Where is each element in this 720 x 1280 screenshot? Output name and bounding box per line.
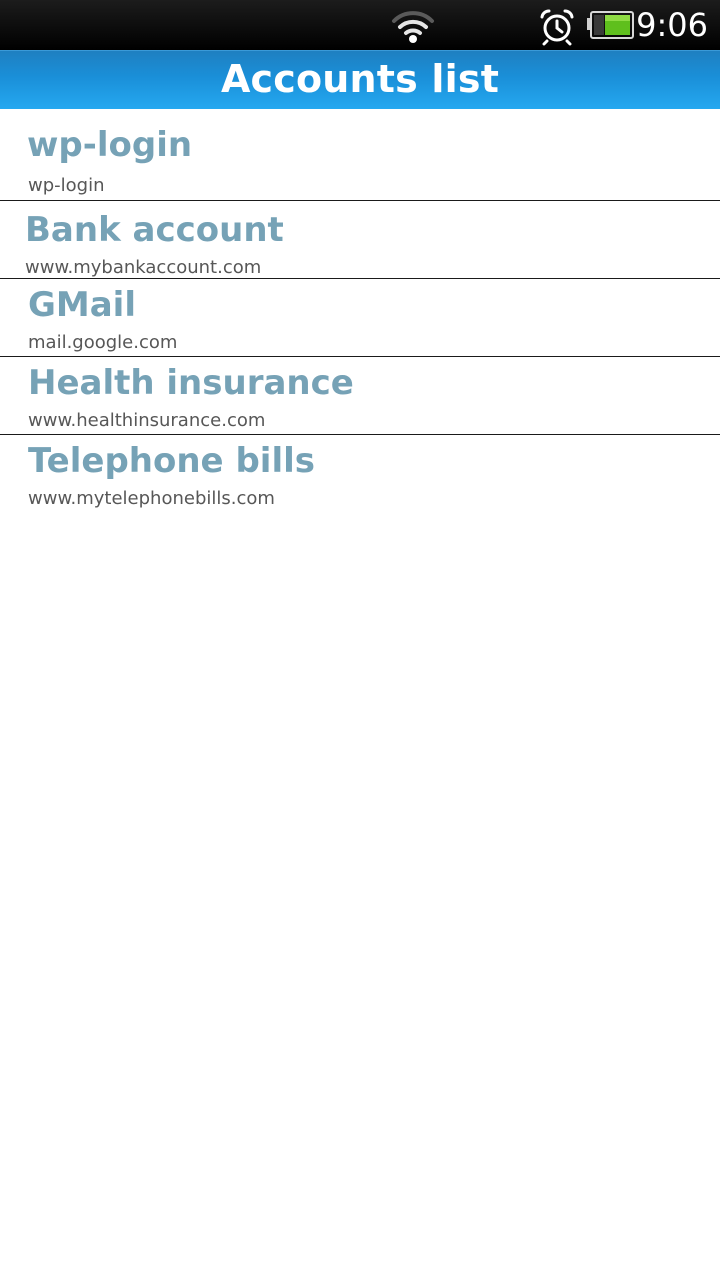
status-bar: 9:06 (0, 0, 720, 50)
account-name: Telephone bills (28, 441, 315, 481)
wifi-icon (392, 11, 434, 43)
account-url: www.mybankaccount.com (25, 257, 262, 278)
account-url: wp-login (28, 175, 105, 196)
account-name: wp-login (27, 125, 193, 165)
account-url: www.healthinsurance.com (28, 410, 266, 431)
account-name: Health insurance (28, 363, 354, 403)
account-item-gmail[interactable]: GMail mail.google.com (0, 279, 720, 357)
account-url: www.mytelephonebills.com (28, 488, 275, 509)
alarm-clock-icon (540, 9, 574, 46)
account-item-health-insurance[interactable]: Health insurance www.healthinsurance.com (0, 357, 720, 435)
account-item-telephone-bills[interactable]: Telephone bills www.mytelephonebills.com (0, 435, 720, 513)
page-title: Accounts list (220, 57, 500, 101)
account-item-wp-login[interactable]: wp-login wp-login (0, 109, 720, 201)
account-name: Bank account (25, 210, 284, 250)
status-time: 9:06 (636, 6, 708, 44)
account-url: mail.google.com (28, 332, 178, 353)
account-name: GMail (28, 285, 136, 325)
battery-icon (587, 11, 634, 39)
account-item-bank-account[interactable]: Bank account www.mybankaccount.com (0, 201, 720, 279)
title-bar: Accounts list (0, 50, 720, 109)
